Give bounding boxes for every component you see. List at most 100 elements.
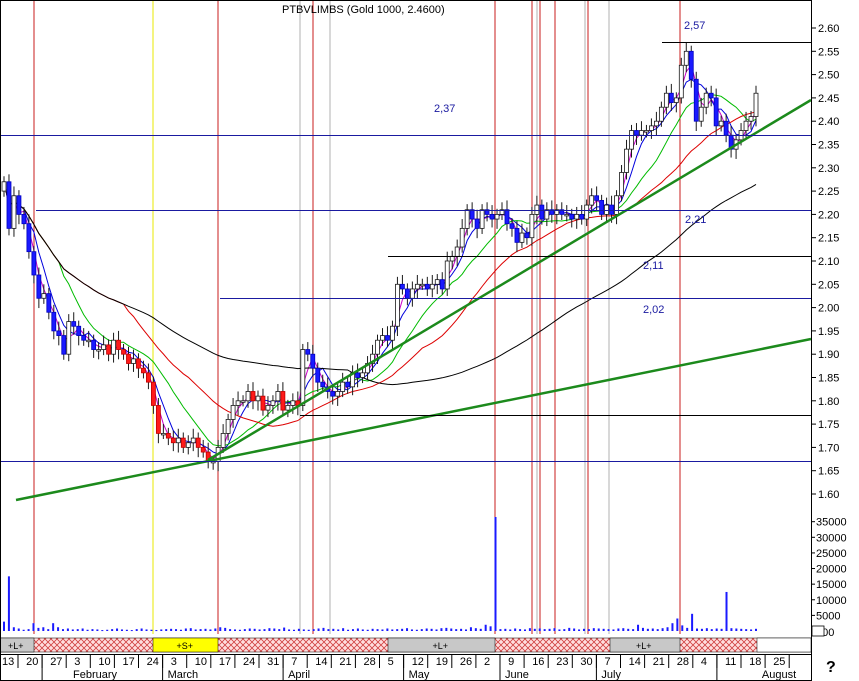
volume-bar xyxy=(302,629,305,631)
x-tick-label: 3 xyxy=(74,656,80,668)
volume-tick-label: 20000 xyxy=(816,564,847,576)
volume-bar xyxy=(263,629,266,631)
volume-bar xyxy=(410,629,413,631)
volume-bar xyxy=(101,630,104,632)
candle-body xyxy=(708,92,714,99)
help-icon[interactable]: ? xyxy=(826,659,836,676)
candle-body xyxy=(449,255,455,262)
x-tick-label: 26 xyxy=(460,656,472,668)
price-tick-label: 2.15 xyxy=(818,233,839,245)
price-tick-label: 2.20 xyxy=(818,209,839,221)
candle-body xyxy=(390,325,395,341)
axes: 2.60 2.55 2.50 2.45 2.40 2.35 2.30 2.25 2.20 2.15… xyxy=(0,0,847,681)
volume-bar xyxy=(219,627,222,631)
price-tick-label: 2.10 xyxy=(818,256,839,268)
candle-body xyxy=(146,372,151,383)
candle-body xyxy=(624,148,629,173)
volume-tick-label: 30000 xyxy=(816,532,847,544)
volume-bar xyxy=(81,628,84,631)
volume-bar xyxy=(656,629,659,631)
volume-bar xyxy=(740,628,743,631)
volume-bar xyxy=(130,630,133,632)
x-tick-label: 9 xyxy=(508,656,514,668)
candle-body xyxy=(151,381,156,406)
volume-bar xyxy=(622,628,625,631)
candle-body xyxy=(280,391,286,411)
price-tick-label: 2.25 xyxy=(818,186,839,198)
x-tick-label: 18 xyxy=(749,656,761,668)
volume-tick-label: 5000 xyxy=(816,610,840,622)
candle-body xyxy=(404,288,410,299)
candle-body xyxy=(594,195,600,201)
volume-bar xyxy=(125,629,128,631)
volume-tick-label: 10000 xyxy=(816,595,847,607)
volume-bar xyxy=(27,629,30,631)
signal-blank xyxy=(756,637,812,653)
candle-body xyxy=(235,400,241,406)
candle-body xyxy=(429,283,435,290)
x-tick-label: 31 xyxy=(267,656,279,668)
volume-bar xyxy=(460,628,463,631)
x-tick-label: 17 xyxy=(123,656,135,668)
volume-bar xyxy=(376,629,379,631)
volume-bar xyxy=(278,629,281,631)
price-tick-label: 1.95 xyxy=(818,326,839,338)
trend-line-steep xyxy=(207,98,812,462)
candle-body xyxy=(604,204,609,215)
price-tick-label: 1.85 xyxy=(818,373,839,385)
candle-body xyxy=(534,204,540,215)
candle-body xyxy=(255,395,261,402)
volume-bar xyxy=(597,628,600,631)
volume-bar xyxy=(160,629,163,631)
x-tick-label: 25 xyxy=(773,656,785,668)
volume-scale-box xyxy=(811,625,825,637)
candle-body xyxy=(634,130,639,136)
price-tick-label: 1.90 xyxy=(818,349,839,361)
volume-bar xyxy=(730,628,733,631)
x-tick-label: 7 xyxy=(605,656,611,668)
candle-body xyxy=(46,293,52,313)
trend-lines xyxy=(15,98,812,502)
volume-bar xyxy=(469,627,472,631)
volume-bar xyxy=(165,629,168,631)
price-tick-label: 1.70 xyxy=(818,442,839,454)
volume-bar xyxy=(7,576,10,631)
candle-body xyxy=(589,195,595,206)
volume-bar xyxy=(248,628,251,631)
candle-body xyxy=(36,274,42,299)
candle-body xyxy=(544,209,550,220)
candle-body xyxy=(86,339,92,343)
candle-body xyxy=(444,260,450,290)
x-tick-label: 14 xyxy=(629,656,641,668)
candle-body xyxy=(285,405,291,411)
candle-body xyxy=(220,433,226,448)
candle-body xyxy=(106,344,111,355)
volume-bar xyxy=(170,628,173,631)
volume-bar xyxy=(327,629,330,631)
volume-bar xyxy=(292,629,295,631)
price-tick-label: 1.75 xyxy=(818,419,839,431)
candle-body xyxy=(688,50,694,80)
price-tick-label: 2.45 xyxy=(818,93,839,105)
volume-bar xyxy=(543,629,546,631)
x-tick-label: 7 xyxy=(291,656,297,668)
candle-body xyxy=(31,251,37,276)
price-tick-label: 2.05 xyxy=(818,279,839,291)
candle-body xyxy=(270,400,276,406)
volume-bar xyxy=(204,628,207,631)
x-tick-label: 12 xyxy=(412,656,424,668)
candle-body xyxy=(195,437,201,448)
volume-bar xyxy=(317,628,320,631)
volume-bar xyxy=(17,628,20,631)
candle-body xyxy=(678,64,684,99)
candle-body xyxy=(56,330,62,336)
x-tick-label: 28 xyxy=(677,656,689,668)
candle-body xyxy=(355,372,360,378)
signal-bar: +L+ +S+ +L+ +L+ xyxy=(0,637,812,653)
candle-body xyxy=(713,97,719,127)
candle-body xyxy=(683,50,689,66)
price-tick-label: 2.60 xyxy=(818,23,839,35)
signal-label: +L+ xyxy=(636,641,652,651)
volume-bar xyxy=(120,629,123,631)
x-tick-label: 27 xyxy=(50,656,62,668)
